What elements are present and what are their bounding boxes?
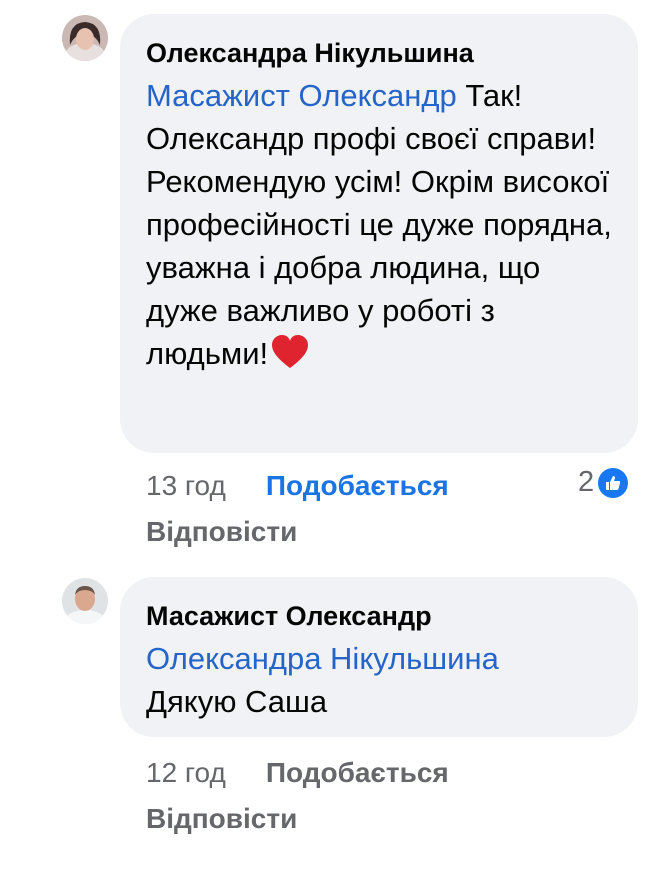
comment-meta: 12 год Подобається	[146, 757, 449, 789]
reply-button[interactable]: Відповісти	[146, 516, 297, 548]
comment-bubble: Масажист Олександр Олександра Нікульшина…	[120, 577, 638, 737]
avatar[interactable]	[62, 15, 108, 61]
comment-body: Дякую Саша	[146, 684, 328, 719]
reply-button[interactable]: Відповісти	[146, 803, 297, 835]
comment-meta: 13 год Подобається	[146, 470, 449, 502]
comment-text: Масажист Олександр Так! Олександр профі …	[146, 74, 612, 381]
comment-author[interactable]: Олександра Нікульшина	[146, 36, 612, 70]
timestamp[interactable]: 12 год	[146, 757, 226, 788]
like-button[interactable]: Подобається	[266, 470, 449, 501]
avatar[interactable]	[62, 578, 108, 624]
red-heart-icon	[270, 334, 310, 381]
like-button[interactable]: Подобається	[266, 757, 449, 788]
comment-text: Олександра Нікульшина Дякую Саша	[146, 637, 612, 723]
comment-bubble: Олександра Нікульшина Масажист Олександр…	[120, 14, 638, 453]
reaction-summary[interactable]: 2	[578, 466, 629, 499]
comment-body: Так! Олександр профі своєї справи! Реком…	[146, 78, 612, 371]
reaction-count: 2	[578, 466, 595, 498]
thumbs-up-icon	[598, 467, 629, 498]
mention-link[interactable]: Олександра Нікульшина	[146, 641, 499, 676]
comment-author[interactable]: Масажист Олександр	[146, 599, 612, 633]
timestamp[interactable]: 13 год	[146, 470, 226, 501]
mention-link[interactable]: Масажист Олександр	[146, 78, 457, 113]
